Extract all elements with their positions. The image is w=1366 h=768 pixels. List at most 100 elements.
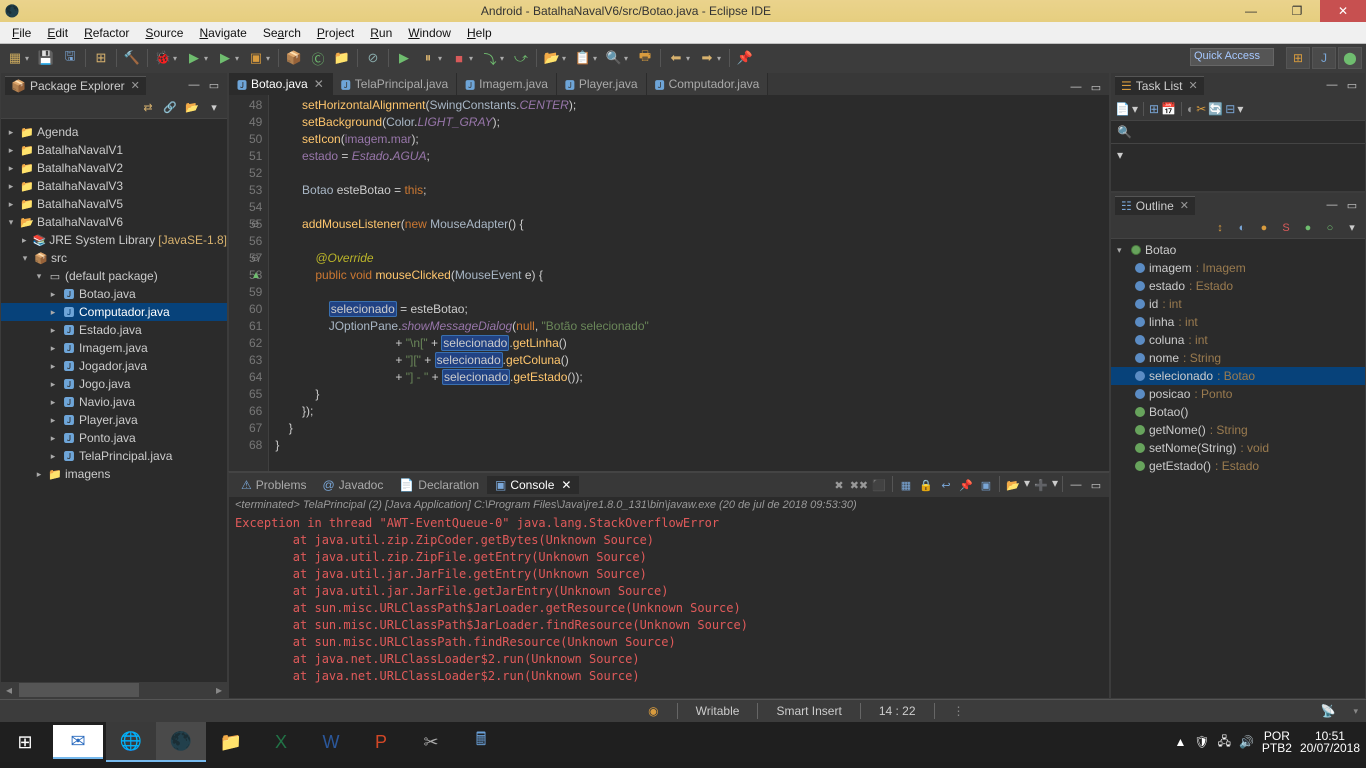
new-icon[interactable]: ▦	[4, 47, 26, 69]
horizontal-scrollbar[interactable]: ◂▸	[1, 682, 227, 698]
open-console-icon[interactable]: 📂	[1004, 476, 1022, 494]
close-icon[interactable]: ✕	[1180, 199, 1189, 212]
filter-icon[interactable]: ◐	[1233, 219, 1251, 237]
hide-static-icon[interactable]: S	[1277, 219, 1295, 237]
menu-icon[interactable]: ▾	[205, 99, 223, 117]
maximize-outline-icon[interactable]: ▭	[1343, 197, 1361, 213]
menu-run[interactable]: Run	[362, 24, 400, 42]
pin2-icon[interactable]: 📌	[957, 476, 975, 494]
console-output[interactable]: Exception in thread "AWT-EventQueue-0" j…	[229, 513, 1109, 688]
code-editor[interactable]: setHorizontalAlignment(SwingConstants.CE…	[269, 95, 1109, 471]
bottom-tab[interactable]: @Javadoc	[314, 476, 391, 494]
menu-file[interactable]: File	[4, 24, 39, 42]
powerpoint-icon[interactable]: P	[356, 722, 406, 762]
outline-class[interactable]: ▾Botao	[1111, 241, 1365, 259]
hide-icon[interactable]: ✂	[1196, 102, 1206, 116]
focus-icon[interactable]: 📂	[183, 99, 201, 117]
outline-member[interactable]: linha : int	[1111, 313, 1365, 331]
close-icon[interactable]: ✕	[561, 478, 571, 492]
bottom-tab[interactable]: 📄Declaration	[391, 476, 487, 494]
menu-search[interactable]: Search	[255, 24, 309, 42]
menu2-icon[interactable]: ▾	[1237, 102, 1243, 116]
tree-item[interactable]: ▸🅹Estado.java	[1, 321, 227, 339]
java-perspective-icon[interactable]: J	[1312, 47, 1336, 69]
tree-item[interactable]: ▸📁Agenda	[1, 123, 227, 141]
saveall-icon[interactable]: 🖫	[59, 47, 81, 69]
coverage-icon[interactable]: ▶	[214, 47, 236, 69]
categorize-icon[interactable]: ⊞	[1149, 102, 1159, 116]
tray-up-icon[interactable]: ▲	[1174, 735, 1186, 749]
editor-tab[interactable]: 🅹TelaPrincipal.java	[333, 73, 457, 95]
hide-local-icon[interactable]: ○	[1321, 219, 1339, 237]
tree-item[interactable]: ▸📚JRE System Library [JavaSE-1.8]	[1, 231, 227, 249]
tree-item[interactable]: ▸📁imagens	[1, 465, 227, 483]
outline-member[interactable]: getEstado() : Estado	[1111, 457, 1365, 475]
snip-icon[interactable]: ✂	[406, 722, 456, 762]
sort-icon[interactable]: ↕	[1211, 219, 1229, 237]
tree-item[interactable]: ▸📁BatalhaNavalV5	[1, 195, 227, 213]
maximize-view-icon[interactable]: ▭	[205, 77, 223, 93]
tray-shield-icon[interactable]: 🛡	[1194, 735, 1209, 749]
editor-tab[interactable]: 🅹Computador.java	[647, 73, 769, 95]
task-icon[interactable]: 📋	[572, 47, 594, 69]
scroll-lock-icon[interactable]: 🔒	[917, 476, 935, 494]
clear-console-icon[interactable]: ▦	[897, 476, 915, 494]
open-perspective-icon[interactable]: ⊞	[1286, 47, 1310, 69]
new-class-icon[interactable]: Ⓒ	[307, 47, 329, 69]
save-icon[interactable]: 💾	[35, 47, 57, 69]
breakpoint-icon[interactable]: ◉	[648, 704, 658, 718]
hide-fields-icon[interactable]: ●	[1255, 219, 1273, 237]
print-icon[interactable]: 🖶	[634, 47, 656, 69]
calc-icon[interactable]: 🖩	[456, 722, 506, 762]
pause-icon[interactable]: ⏸	[417, 47, 439, 69]
word-icon[interactable]: W	[306, 722, 356, 762]
new-console-icon[interactable]: ➕	[1032, 476, 1050, 494]
terminate-icon[interactable]: ⬛	[870, 476, 888, 494]
collapse2-icon[interactable]: ⊟	[1225, 102, 1235, 116]
menu-project[interactable]: Project	[309, 24, 362, 42]
start-button[interactable]: ⊞	[0, 722, 50, 762]
tree-item[interactable]: ▾📂BatalhaNavalV6	[1, 213, 227, 231]
step-icon[interactable]: ⤵	[479, 47, 501, 69]
open-type-icon[interactable]: ⊞	[90, 47, 112, 69]
minimize-outline-icon[interactable]: —	[1323, 197, 1341, 213]
tree-item[interactable]: ▸🅹Ponto.java	[1, 429, 227, 447]
close-icon[interactable]: ✕	[314, 77, 324, 91]
tree-item[interactable]: ▾▭(default package)	[1, 267, 227, 285]
run-icon[interactable]: ▶	[183, 47, 205, 69]
build-icon[interactable]: 🔨	[121, 47, 143, 69]
tree-item[interactable]: ▸📁BatalhaNavalV2	[1, 159, 227, 177]
package-explorer-tab[interactable]: 📦 Package Explorer ✕	[5, 76, 146, 95]
excel-icon[interactable]: X	[256, 722, 306, 762]
link-icon[interactable]: 🔗	[161, 99, 179, 117]
tree-item[interactable]: ▸🅹TelaPrincipal.java	[1, 447, 227, 465]
tasklist-tab[interactable]: ☰ Task List ✕	[1115, 76, 1204, 95]
outline-member[interactable]: selecionado : Botao	[1111, 367, 1365, 385]
display-icon[interactable]: ▣	[977, 476, 995, 494]
back-icon[interactable]: ⬅	[665, 47, 687, 69]
close-icon[interactable]: ✕	[1188, 79, 1197, 92]
maximize-editor-icon[interactable]: ▭	[1087, 79, 1105, 95]
maximize-button[interactable]: ❐	[1274, 0, 1320, 22]
editor-tab[interactable]: 🅹Botao.java✕	[229, 73, 333, 95]
dropdown-icon[interactable]: ▾	[1111, 143, 1365, 166]
tree-item[interactable]: ▸🅹Jogo.java	[1, 375, 227, 393]
outline-member[interactable]: imagem : Imagem	[1111, 259, 1365, 277]
outlook-icon[interactable]: ✉	[53, 725, 103, 759]
outline-member[interactable]: coluna : int	[1111, 331, 1365, 349]
hide-nonpublic-icon[interactable]: ●	[1299, 219, 1317, 237]
remove-all-icon[interactable]: ✖✖	[850, 476, 868, 494]
tree-item[interactable]: ▸🅹Botao.java	[1, 285, 227, 303]
wordwrap-icon[interactable]: ↩	[937, 476, 955, 494]
menu-source[interactable]: Source	[137, 24, 191, 42]
tray-sound-icon[interactable]: 🔊	[1239, 735, 1254, 749]
bottom-tab[interactable]: ▣Console✕	[487, 476, 579, 494]
tree-item[interactable]: ▸📁BatalhaNavalV3	[1, 177, 227, 195]
maximize-tasklist-icon[interactable]: ▭	[1343, 77, 1361, 93]
search2-icon[interactable]: 🔍	[603, 47, 625, 69]
stop-icon[interactable]: ■	[448, 47, 470, 69]
menu-edit[interactable]: Edit	[39, 24, 76, 42]
pin-icon[interactable]: 📌	[734, 47, 756, 69]
focus2-icon[interactable]: ◐	[1187, 102, 1194, 116]
minimize-tasklist-icon[interactable]: —	[1323, 77, 1341, 93]
